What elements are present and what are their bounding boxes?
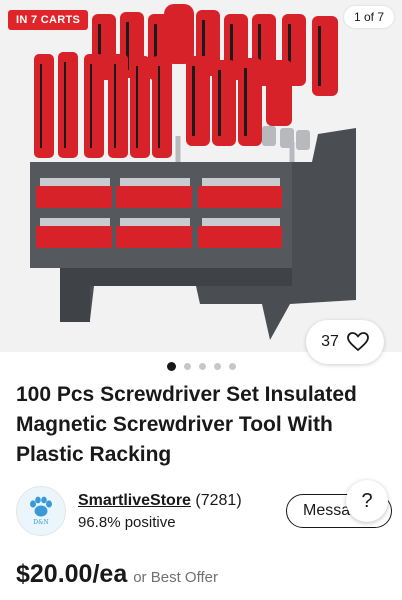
price-row: $20.00/ea or Best Offer xyxy=(16,560,218,589)
listing-title: 100 Pcs Screwdriver Set Insulated Magnet… xyxy=(16,383,357,466)
paw-icon xyxy=(30,496,52,517)
seller-avatar[interactable]: D&N xyxy=(16,486,66,536)
price: $20.00/ea xyxy=(16,560,128,588)
watch-button[interactable]: 37 xyxy=(306,320,384,364)
watch-count: 37 xyxy=(321,333,339,350)
image-counter: 1 of 7 xyxy=(343,6,394,28)
screwdriver-set-image xyxy=(30,4,356,340)
carousel-dot[interactable] xyxy=(166,361,176,371)
best-offer-label: or Best Offer xyxy=(133,569,218,586)
help-button[interactable]: ? xyxy=(346,480,388,522)
seller-store-link[interactable]: SmartliveStore xyxy=(78,492,191,509)
carousel-dot[interactable] xyxy=(228,362,236,370)
carousel-indicator xyxy=(0,360,402,372)
product-image-carousel[interactable]: IN 7 CARTS 1 of 7 xyxy=(0,0,402,352)
seller-info: D&N SmartliveStore (7281) 96.8% positive… xyxy=(16,486,392,538)
avatar-tag: D&N xyxy=(33,519,49,526)
seller-positive-rating: 96.8% positive xyxy=(78,514,176,531)
carts-badge: IN 7 CARTS xyxy=(8,10,89,30)
carousel-dot[interactable] xyxy=(183,362,191,370)
heart-outline-icon xyxy=(346,332,369,352)
carousel-dot[interactable] xyxy=(198,362,206,370)
carousel-dot[interactable] xyxy=(213,362,221,370)
seller-name-line: SmartliveStore (7281) xyxy=(78,492,242,510)
seller-feedback-count: (7281) xyxy=(195,492,242,509)
